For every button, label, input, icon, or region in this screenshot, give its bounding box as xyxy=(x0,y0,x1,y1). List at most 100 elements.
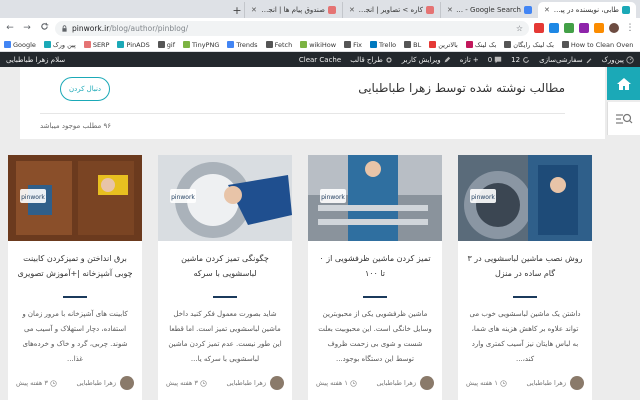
home-button[interactable] xyxy=(607,67,640,100)
reload-button[interactable] xyxy=(38,22,50,34)
bookmark-item[interactable]: بک لینک رایگان xyxy=(504,41,554,49)
brush-icon xyxy=(586,57,591,63)
admin-greeting[interactable]: سلام زهرا طباطبایی xyxy=(6,56,65,64)
page-title: مطالب نوشته شده توسط زهرا طباطبایی xyxy=(358,81,565,95)
refresh-icon xyxy=(523,56,529,63)
bookmark-favicon-icon xyxy=(429,41,437,48)
post-card[interactable]: pinwork تمیز کردن ماشین ظرفشویی از ۰ تا ۱… xyxy=(308,155,442,400)
svg-text:pinwork: pinwork xyxy=(471,194,495,201)
post-thumbnail[interactable]: pinwork xyxy=(158,155,292,241)
post-title[interactable]: برق انداختن و تمیزکردن کابینت چوبی آشپزخ… xyxy=(16,251,134,281)
post-time: ۱ هفته پیش xyxy=(466,379,507,387)
profile-avatar[interactable] xyxy=(609,23,619,33)
bookmark-favicon-icon xyxy=(561,41,569,48)
bookmark-label: پین ورک xyxy=(52,40,76,49)
admin-customize-link[interactable]: سفارشی‌سازی xyxy=(539,56,592,64)
extension-icon[interactable] xyxy=(549,23,559,33)
bookmark-star-icon[interactable]: ☆ xyxy=(516,24,523,33)
post-author[interactable]: زهرا طباطبایی xyxy=(227,379,266,387)
bookmark-item[interactable]: پین ورک xyxy=(43,40,76,49)
tab-close-icon[interactable]: ✕ xyxy=(544,6,550,14)
admin-theme-design-link[interactable]: طراح قالب xyxy=(350,56,393,64)
bookmark-favicon-icon xyxy=(265,41,273,48)
browser-tab[interactable]: صندوق پیام ها | انجام میدم✕ xyxy=(244,2,342,18)
bookmark-label: SERP xyxy=(92,40,110,49)
forward-button[interactable]: → xyxy=(21,23,33,33)
url-input[interactable]: pinwork.ir/blog/author/pinblog/ ☆ xyxy=(55,20,529,36)
bookmark-item[interactable]: SERP xyxy=(83,40,110,49)
bookmark-item[interactable]: TinyPNG xyxy=(183,41,219,49)
post-card[interactable]: pinwork برق انداختن و تمیزکردن کابینت چوب… xyxy=(8,155,142,400)
post-title[interactable]: روش نصب ماشین لباسشویی در ۳ گام ساده در … xyxy=(466,251,584,281)
post-title[interactable]: چگونگی تمیز کردن ماشین لباسشویی با سرکه xyxy=(166,251,284,281)
bookmark-label: TinyPNG xyxy=(192,40,220,49)
post-title[interactable]: تمیز کردن ماشین ظرفشویی از ۰ تا ۱۰۰ xyxy=(316,251,434,281)
tab-label: طابی، نویسنده در پین‌وزگ xyxy=(553,6,619,14)
search-button[interactable] xyxy=(607,102,640,135)
bookmark-favicon-icon xyxy=(183,41,190,48)
browser-tab[interactable]: pbn - Google Search ساری✕ xyxy=(440,2,538,18)
post-meta: زهرا طباطبایی ۱ هفته پیش xyxy=(316,374,434,392)
admin-pending-link[interactable]: 0 xyxy=(488,56,502,64)
post-thumbnail[interactable]: pinwork xyxy=(308,155,442,241)
post-card[interactable]: pinwork روش نصب ماشین لباسشویی در ۳ گام س… xyxy=(458,155,592,400)
bookmark-item[interactable]: بک لینک xyxy=(465,41,496,49)
author-header: مطالب نوشته شده توسط زهرا طباطبایی دنبال… xyxy=(20,67,605,139)
bookmark-item[interactable]: BL xyxy=(404,41,421,49)
post-author[interactable]: زهرا طباطبایی xyxy=(527,379,566,387)
bookmark-label: PinADS xyxy=(126,40,150,49)
follow-button[interactable]: دنبال کردن xyxy=(60,77,110,101)
bookmark-item[interactable]: Fetch xyxy=(265,41,292,49)
bookmark-favicon-icon xyxy=(344,41,352,48)
avatar[interactable] xyxy=(120,376,134,390)
post-time: ۳ هفته پیش xyxy=(16,379,57,387)
post-card[interactable]: pinwork چگونگی تمیز کردن ماشین لباسشویی ب… xyxy=(158,155,292,400)
search-icon xyxy=(616,113,633,124)
browser-tab[interactable]: کاره > تصاویر | انجام میدم✕ xyxy=(342,2,440,18)
bookmark-item[interactable]: بالاترین xyxy=(429,41,458,49)
tab-close-icon[interactable]: ✕ xyxy=(349,6,355,14)
extension-icon[interactable] xyxy=(579,23,589,33)
avatar[interactable] xyxy=(270,376,284,390)
post-author[interactable]: زهرا طباطبایی xyxy=(77,379,116,387)
divider xyxy=(363,296,387,298)
url-host: pinwork.ir xyxy=(72,23,110,33)
bookmark-item[interactable]: PinADS xyxy=(117,40,150,49)
divider xyxy=(63,296,87,298)
bookmark-favicon-icon xyxy=(300,41,308,48)
admin-new-link[interactable]: + تازه xyxy=(460,56,479,64)
extension-icon[interactable] xyxy=(594,23,604,33)
tab-close-icon[interactable]: ✕ xyxy=(251,6,257,14)
post-excerpt: شاید بصورت معمول فکر کنید داخل ماشین لبا… xyxy=(168,310,282,363)
new-tab-button[interactable]: + xyxy=(230,4,244,18)
bookmark-item[interactable]: Fix xyxy=(344,41,362,49)
bookmark-item[interactable]: Trello xyxy=(369,41,396,49)
tab-close-icon[interactable]: ✕ xyxy=(447,6,453,14)
admin-comments-link[interactable]: 12 xyxy=(511,56,530,64)
browser-tab[interactable]: طابی، نویسنده در پین‌وزگ✕ xyxy=(538,2,636,18)
clock-icon xyxy=(50,379,57,387)
bookmark-item[interactable]: wikiHow xyxy=(300,41,336,49)
avatar[interactable] xyxy=(570,376,584,390)
post-author[interactable]: زهرا طباطبایی xyxy=(377,379,416,387)
lock-icon xyxy=(62,24,67,32)
browser-tab-bar: طابی، نویسنده در پین‌وزگ✕pbn - Google Se… xyxy=(0,0,640,18)
admin-site-link[interactable]: پین‌ورک xyxy=(602,56,634,64)
bookmark-item[interactable]: gif xyxy=(157,41,175,49)
bookmark-item[interactable]: How to Clean Oven xyxy=(561,41,633,49)
menu-icon[interactable]: ⋮ xyxy=(624,23,636,33)
post-thumbnail[interactable]: pinwork xyxy=(8,155,142,241)
gear-icon xyxy=(386,56,392,63)
bookmark-label: بک لینک رایگان xyxy=(513,40,554,49)
extension-icon[interactable] xyxy=(564,23,574,33)
back-button[interactable]: ← xyxy=(4,23,16,33)
avatar[interactable] xyxy=(420,376,434,390)
extension-icon[interactable] xyxy=(534,23,544,33)
bookmark-item[interactable]: Trends xyxy=(227,41,258,49)
post-thumbnail[interactable]: pinwork xyxy=(458,155,592,241)
admin-clear-cache-link[interactable]: Clear Cache xyxy=(299,56,341,64)
bookmark-item[interactable]: Google xyxy=(4,41,36,49)
post-time: ۳ هفته پیش xyxy=(166,379,207,387)
post-meta: زهرا طباطبایی ۳ هفته پیش xyxy=(166,374,284,392)
admin-edit-user-link[interactable]: ویرایش کاربر xyxy=(402,56,451,64)
